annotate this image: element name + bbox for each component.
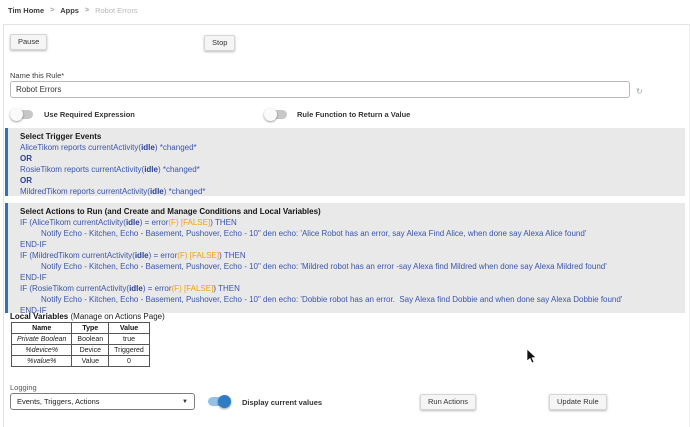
var-value: 0 (109, 356, 150, 367)
display-current-values-toggle[interactable] (208, 397, 230, 406)
logging-dropdown[interactable]: Events, Triggers, Actions ▼ (10, 393, 195, 410)
action-if-line: IF (AliceTikom currentActivity(idle) = e… (20, 217, 685, 228)
breadcrumb: Tim Home > Apps > Robot Errors (8, 6, 138, 15)
update-rule-button[interactable]: Update Rule (549, 394, 607, 410)
action-notify-line: Notify Echo - Kitchen, Echo - Basement, … (20, 261, 685, 272)
action-if-line: IF (MildredTikom currentActivity(idle) =… (20, 250, 685, 261)
trigger-line: MildredTikom reports currentActivity(idl… (20, 186, 685, 197)
display-current-values-label: Display current values (242, 398, 322, 407)
chevron-down-icon: ▼ (182, 399, 188, 405)
var-type: Device (72, 345, 109, 356)
trigger-line: RosieTikom reports currentActivity(idle)… (20, 164, 685, 175)
rule-function-toggle[interactable] (265, 110, 287, 119)
table-row: Private Boolean Boolean true (12, 334, 150, 345)
action-notify-line: Notify Echo - Kitchen, Echo - Basement, … (20, 294, 685, 305)
name-rule-label: Name this Rule* (10, 71, 64, 80)
logging-dropdown-value: Events, Triggers, Actions (17, 397, 100, 406)
rule-name-input[interactable] (10, 81, 630, 98)
trigger-line: AliceTikom reports currentActivity(idle)… (20, 142, 685, 153)
col-header-name: Name (12, 323, 72, 334)
toggle-knob (10, 108, 23, 121)
col-header-type: Type (72, 323, 109, 334)
trigger-events-section[interactable]: Select Trigger Events AliceTikom reports… (5, 128, 685, 196)
breadcrumb-current: Robot Errors (95, 6, 138, 15)
table-row: %value% Value 0 (12, 356, 150, 367)
refresh-icon[interactable]: ↻ (636, 88, 643, 96)
actions-section-title: Select Actions to Run (and Create and Ma… (20, 206, 685, 217)
rule-editor-page: Tim Home > Apps > Robot Errors Pause Sto… (0, 0, 690, 427)
breadcrumb-separator-icon: > (50, 7, 54, 14)
var-type: Value (72, 356, 109, 367)
action-endif-line: END-IF (20, 272, 685, 283)
pause-button[interactable]: Pause (10, 34, 47, 50)
toggle-knob (218, 395, 231, 408)
toggle-knob (264, 108, 277, 121)
local-variables-title: Local Variables (Manage on Actions Page) (10, 312, 165, 321)
use-required-expression-label: Use Required Expression (44, 110, 135, 119)
table-header-row: Name Type Value (12, 323, 150, 334)
action-endif-line: END-IF (20, 239, 685, 250)
local-variables-table: Name Type Value Private Boolean Boolean … (11, 322, 150, 367)
var-type: Boolean (72, 334, 109, 345)
run-actions-button[interactable]: Run Actions (420, 394, 476, 410)
logging-label: Logging (10, 383, 37, 392)
var-name: %device% (12, 345, 72, 356)
var-value: true (109, 334, 150, 345)
trigger-or: OR (20, 153, 685, 164)
stop-button[interactable]: Stop (204, 35, 235, 51)
col-header-value: Value (109, 323, 150, 334)
var-value: Triggered (109, 345, 150, 356)
var-name: %value% (12, 356, 72, 367)
trigger-section-title: Select Trigger Events (20, 131, 685, 142)
trigger-or: OR (20, 175, 685, 186)
table-row: %device% Device Triggered (12, 345, 150, 356)
var-name: Private Boolean (12, 334, 72, 345)
breadcrumb-apps[interactable]: Apps (60, 6, 79, 15)
breadcrumb-separator-icon: > (85, 7, 89, 14)
use-required-expression-toggle[interactable] (11, 110, 33, 119)
breadcrumb-home[interactable]: Tim Home (8, 6, 44, 15)
action-notify-line: Notify Echo - Kitchen, Echo - Basement, … (20, 228, 685, 239)
rule-function-label: Rule Function to Return a Value (297, 110, 410, 119)
action-if-line: IF (RosieTikom currentActivity(idle) = e… (20, 283, 685, 294)
actions-section[interactable]: Select Actions to Run (and Create and Ma… (5, 203, 685, 313)
